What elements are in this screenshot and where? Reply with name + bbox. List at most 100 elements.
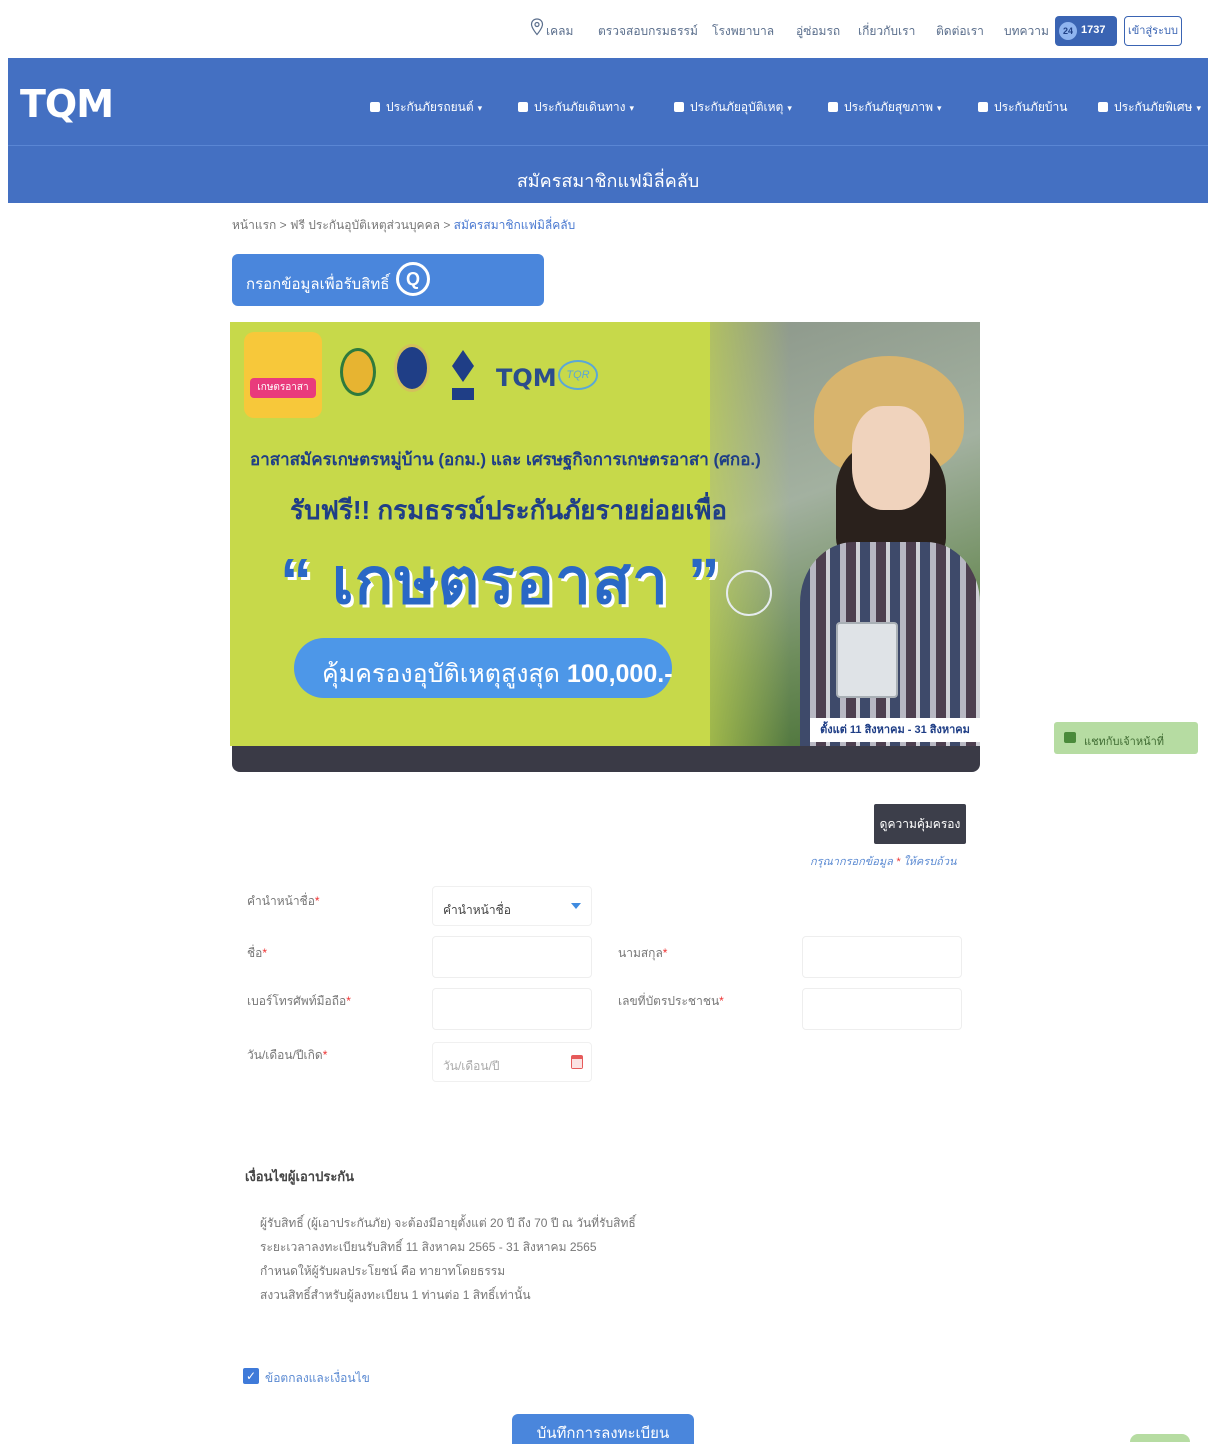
tqm-logo[interactable]: TQM <box>20 82 114 126</box>
banner-headline-2: รับฟรี!! กรมธรรม์ประกันภัยรายย่อยเพื่อ <box>290 495 728 525</box>
breadcrumb-separator: > <box>443 218 451 232</box>
mobile-input[interactable] <box>432 988 592 1030</box>
nav-travel-insurance[interactable]: ประกันภัยเดินทาง ▾ <box>518 98 634 117</box>
tablet-shape <box>836 622 898 698</box>
id-card-input[interactable] <box>802 988 962 1030</box>
top-link-garage[interactable]: อู่ซ่อมรถ <box>796 22 840 41</box>
mobile-label: เบอร์โทรศัพท์มือถือ* <box>247 992 351 1011</box>
hotline-button[interactable]: 24 1737 <box>1055 16 1117 46</box>
nav-label: ประกันภัยรถยนต์ <box>386 100 474 114</box>
title-select-value: คำนำหน้าชื่อ <box>443 903 511 917</box>
label-text: เบอร์โทรศัพท์มือถือ <box>247 994 347 1008</box>
tqr-logo: TQR <box>558 360 598 390</box>
nav-car-insurance[interactable]: ประกันภัยรถยนต์ ▾ <box>370 98 482 117</box>
breadcrumb: หน้าแรก > ฟรี ประกันอุบัติเหตุส่วนบุคคล … <box>232 216 575 235</box>
label-text: ชื่อ <box>247 946 263 960</box>
top-link-contact[interactable]: ติดต่อเรา <box>936 22 984 41</box>
top-link-hospital[interactable]: โรงพยาบาล <box>712 22 774 41</box>
required-note: กรุณากรอกข้อมูล * ให้ครบถ้วน <box>810 852 957 870</box>
chevron-down-icon: ▾ <box>787 103 792 113</box>
required-star: * <box>895 856 901 868</box>
coverage-text: คุ้มครองอุบัติเหตุสูงสุด <box>322 660 560 688</box>
kaset-arsa-logo: เกษตรอาสา <box>244 332 322 418</box>
chat-button[interactable]: แชทกับเจ้าหน้าที่ <box>1054 722 1198 754</box>
label-text: วัน/เดือน/ปีเกิด <box>247 1048 323 1062</box>
coverage-pill: คุ้มครองอุบัติเหตุสูงสุด 100,000.- <box>294 638 673 698</box>
face-shape <box>852 406 930 510</box>
bandage-icon <box>674 102 684 112</box>
dob-input[interactable]: วัน/เดือน/ปี <box>432 1042 592 1082</box>
chevron-down-icon: ▾ <box>477 103 483 113</box>
agree-label[interactable]: ข้อตกลงและเงื่อนไข <box>265 1369 370 1388</box>
nav-label: ประกันภัยสุขภาพ <box>844 100 934 114</box>
checkbox-checked-icon[interactable]: ✓ <box>243 1368 259 1384</box>
ministry-seal-logo <box>340 348 376 396</box>
login-button[interactable]: เข้าสู่ระบบ <box>1124 16 1182 46</box>
chevron-down-icon: ▾ <box>937 103 942 113</box>
calendar-icon[interactable] <box>571 1055 583 1069</box>
required-star: * <box>346 994 351 1008</box>
conditions-title: เงื่อนไขผู้เอาประกัน <box>245 1169 355 1184</box>
banner-headline-1: อาสาสมัครเกษตรหมู่บ้าน (อกม.) และ เศรษฐก… <box>250 450 761 469</box>
top-link-claim[interactable]: เคลม <box>546 22 573 41</box>
chat-label: แชทกับเจ้าหน้าที่ <box>1084 736 1165 748</box>
nav-special-insurance[interactable]: ประกันภัยพิเศษ ▾ <box>1098 98 1201 117</box>
title-label: คำนำหน้าชื่อ* <box>247 892 320 911</box>
chevron-down-icon <box>571 903 581 909</box>
promo-banner: เกษตรอาสา TQM TQR อาสาสมัครเกษตรหมู่บ้าน… <box>230 322 980 746</box>
label-text: นามสกุล <box>618 946 663 960</box>
section-title: กรอกข้อมูลเพื่อรับสิทธิ์ <box>246 276 390 293</box>
nav-accident-insurance[interactable]: ประกันภัยอุบัติเหตุ ▾ <box>674 98 792 117</box>
hotline-number: 1737 <box>1081 24 1106 36</box>
q-logo-icon: Q <box>396 262 430 296</box>
submit-registration-button[interactable]: บันทึกการลงทะเบียน <box>512 1414 694 1444</box>
department-seal-logo <box>394 344 430 392</box>
required-star: * <box>719 994 724 1008</box>
top-link-about[interactable]: เกี่ยวกับเรา <box>858 22 915 41</box>
label-text: เลขที่บัตรประชาชน <box>618 994 720 1008</box>
chevron-down-icon: ▾ <box>629 103 635 113</box>
id-card-label: เลขที่บัตรประชาชน* <box>618 992 724 1011</box>
phone-icon: 24 <box>1059 22 1077 40</box>
page-title: สมัครสมาชิกแฟมิลี่คลับ <box>516 171 700 191</box>
first-name-input[interactable] <box>432 936 592 978</box>
last-name-input[interactable] <box>802 936 962 978</box>
breadcrumb-home[interactable]: หน้าแรก <box>232 218 276 232</box>
required-star: * <box>662 946 668 960</box>
label-text: คำนำหน้าชื่อ <box>247 894 315 908</box>
dob-label: วัน/เดือน/ปีเกิด* <box>247 1046 327 1065</box>
coverage-amount: 100,000.- <box>566 660 673 688</box>
nav-label: ประกันภัยบ้าน <box>994 100 1068 114</box>
chat-icon <box>1064 732 1076 743</box>
breadcrumb-parent[interactable]: ฟรี ประกันอุบัติเหตุส่วนบุคคล <box>290 218 440 232</box>
chevron-down-icon: ▾ <box>1196 103 1201 113</box>
tqm-banner-logo: TQM <box>496 364 557 392</box>
breadcrumb-separator: > <box>279 218 287 232</box>
kaset-logo-label: เกษตรอาสา <box>250 378 316 398</box>
top-link-check-policy[interactable]: ตรวจสอบกรมธรรม์ <box>598 22 698 41</box>
chat-widget-edge <box>1130 1434 1190 1442</box>
required-note-suffix: ให้ครบถ้วน <box>903 856 957 868</box>
banner-headline-3: “ เกษตรอาสา ” <box>280 545 721 617</box>
top-utility-bar: เคลม ตรวจสอบกรมธรรม์ โรงพยาบาล อู่ซ่อมรถ… <box>0 0 1210 58</box>
required-star: * <box>322 1048 328 1062</box>
nav-label: ประกันภัยเดินทาง <box>534 100 626 114</box>
required-star: * <box>314 894 320 908</box>
nav-home-insurance[interactable]: ประกันภัยบ้าน <box>978 98 1067 117</box>
house-icon <box>978 102 988 112</box>
kpc-logo <box>452 350 474 400</box>
star-icon <box>1098 102 1108 112</box>
page-title-bar: สมัครสมาชิกแฟมิลี่คลับ <box>8 145 1208 203</box>
banner-period: ตั้งแต่ 11 สิงหาคม - 31 สิงหาคม 2565 <box>810 718 980 742</box>
top-link-articles[interactable]: บทความ <box>1004 22 1049 41</box>
main-navbar: TQM ประกันภัยรถยนต์ ▾ ประกันภัยเดินทาง ▾ ป… <box>8 58 1208 145</box>
people-icon <box>726 570 772 616</box>
title-select[interactable]: คำนำหน้าชื่อ <box>432 886 592 926</box>
banner-bottom-bar <box>232 746 980 772</box>
nav-health-insurance[interactable]: ประกันภัยสุขภาพ ▾ <box>828 98 942 117</box>
dob-placeholder: วัน/เดือน/ปี <box>443 1059 500 1073</box>
view-coverage-button[interactable]: ดูความคุ้มครอง <box>874 804 966 844</box>
heart-icon <box>828 102 838 112</box>
section-header: กรอกข้อมูลเพื่อรับสิทธิ์ Q <box>232 254 544 306</box>
condition-line: กำหนดให้ผู้รับผลประโยชน์ คือ ทายาทโดยธรร… <box>260 1264 506 1278</box>
